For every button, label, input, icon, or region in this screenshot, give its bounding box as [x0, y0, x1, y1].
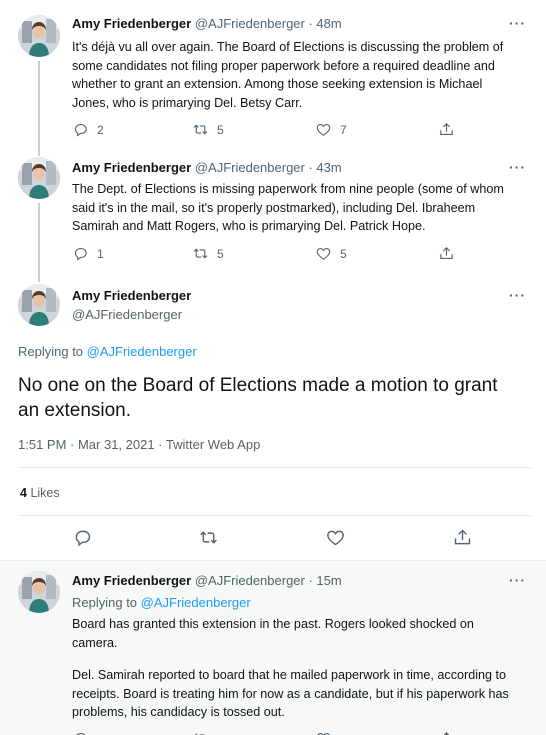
like-button[interactable]	[325, 527, 346, 553]
like-icon	[315, 730, 332, 735]
thread-tweet-1[interactable]: Amy Friedenberger @AJFriedenberger · 48m…	[0, 0, 546, 156]
more-icon[interactable]: ···	[509, 15, 526, 31]
tweet-actions	[72, 730, 462, 735]
tweet-text-paragraph-1: Board has granted this extension in the …	[72, 617, 474, 650]
retweet-button[interactable]	[192, 730, 209, 735]
tweet-header: Amy Friedenberger @AJFriedenberger · 43m	[72, 160, 342, 178]
avatar[interactable]	[18, 157, 60, 199]
likes-summary[interactable]: 4 Likes	[20, 486, 60, 500]
retweet-button[interactable]	[198, 527, 219, 553]
divider	[18, 467, 532, 468]
share-icon	[452, 527, 473, 548]
replying-prefix: Replying to	[18, 344, 87, 359]
focused-actions	[0, 527, 546, 549]
more-icon[interactable]: ···	[509, 287, 526, 303]
avatar[interactable]	[18, 571, 60, 613]
retweet-count: 5	[217, 246, 224, 261]
replying-to: Replying to @AJFriedenberger	[72, 595, 251, 613]
tweet-text: No one on the Board of Elections made a …	[18, 375, 498, 421]
replying-prefix: Replying to	[72, 595, 141, 610]
retweet-icon	[192, 730, 209, 735]
thread-tweet-2[interactable]: Amy Friedenberger @AJFriedenberger · 43m…	[0, 150, 546, 282]
author-handle[interactable]: @AJFriedenberger	[195, 573, 305, 588]
reply-button[interactable]	[72, 527, 93, 553]
thread-connector	[38, 203, 40, 282]
like-count: 7	[340, 122, 347, 137]
reply-count: 1	[97, 246, 104, 261]
like-button[interactable]: 5	[315, 245, 347, 262]
divider	[18, 515, 532, 516]
tweet-actions: 1 5 5	[72, 245, 462, 263]
like-icon	[315, 245, 332, 262]
more-icon[interactable]: ···	[509, 572, 526, 588]
replying-to: Replying to @AJFriedenberger	[18, 344, 197, 359]
replying-to-link[interactable]: @AJFriedenberger	[87, 344, 197, 359]
author-name[interactable]: Amy Friedenberger	[72, 288, 191, 303]
tweet-text: The Dept. of Elections is missing paperw…	[72, 182, 504, 234]
share-button[interactable]	[438, 121, 455, 138]
tweet-header: Amy Friedenberger @AJFriedenberger · 48m	[72, 16, 342, 34]
share-icon	[438, 730, 455, 735]
reply-button[interactable]: 1	[72, 245, 104, 262]
tweet-header: Amy Friedenberger @AJFriedenberger · 15m	[72, 573, 342, 591]
more-icon[interactable]: ···	[509, 159, 526, 175]
like-icon	[315, 121, 332, 138]
author-handle[interactable]: @AJFriedenberger	[72, 307, 182, 322]
like-icon	[325, 527, 346, 548]
thread-connector	[38, 61, 40, 156]
share-button[interactable]	[438, 730, 455, 735]
tweet-time[interactable]: 48m	[316, 16, 341, 31]
reply-button[interactable]: 2	[72, 121, 104, 138]
avatar[interactable]	[18, 284, 60, 326]
likes-label: Likes	[30, 486, 60, 500]
reply-icon	[72, 245, 89, 262]
tweet-text: It's déjà vu all over again. The Board o…	[72, 40, 504, 111]
tweet-time[interactable]: 43m	[316, 160, 341, 175]
tweet-time[interactable]: 15m	[316, 573, 341, 588]
like-count: 5	[340, 246, 347, 261]
retweet-icon	[192, 245, 209, 262]
reply-icon	[72, 121, 89, 138]
tweet-meta[interactable]: 1:51 PM · Mar 31, 2021 · Twitter Web App	[18, 437, 260, 452]
retweet-button[interactable]: 5	[192, 245, 224, 262]
separator-dot: ·	[304, 16, 317, 31]
author-name[interactable]: Amy Friedenberger	[72, 16, 191, 31]
tweet-actions: 2 5 7	[72, 121, 462, 139]
reply-button[interactable]	[72, 730, 89, 735]
retweet-icon	[192, 121, 209, 138]
author-handle[interactable]: @AJFriedenberger	[195, 160, 305, 175]
share-icon	[438, 245, 455, 262]
share-button[interactable]	[438, 245, 455, 262]
author-name[interactable]: Amy Friedenberger	[72, 573, 191, 588]
author-name[interactable]: Amy Friedenberger	[72, 160, 191, 175]
avatar[interactable]	[18, 15, 60, 57]
tweet-text-paragraph-2: Del. Samirah reported to board that he m…	[72, 668, 509, 720]
reply-icon	[72, 527, 93, 548]
like-button[interactable]	[315, 730, 332, 735]
author-handle[interactable]: @AJFriedenberger	[195, 16, 305, 31]
reply-tweet[interactable]: Amy Friedenberger @AJFriedenberger · 15m…	[0, 560, 546, 735]
reply-icon	[72, 730, 89, 735]
retweet-icon	[198, 527, 219, 548]
replying-to-link[interactable]: @AJFriedenberger	[141, 595, 251, 610]
likes-count: 4	[20, 486, 27, 500]
share-icon	[438, 121, 455, 138]
like-button[interactable]: 7	[315, 121, 347, 138]
retweet-button[interactable]: 5	[192, 121, 224, 138]
reply-count: 2	[97, 122, 104, 137]
share-button[interactable]	[452, 527, 473, 553]
separator-dot: ·	[304, 573, 317, 588]
retweet-count: 5	[217, 122, 224, 137]
separator-dot: ·	[304, 160, 317, 175]
